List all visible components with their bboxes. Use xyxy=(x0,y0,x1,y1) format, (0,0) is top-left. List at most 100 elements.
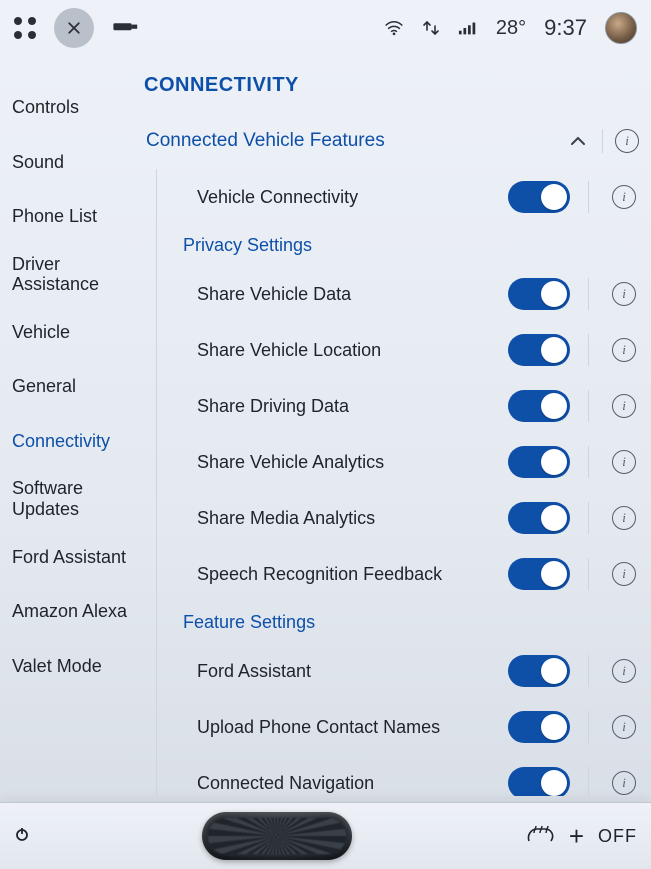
sidebar-item-software-updates[interactable]: Software Updates xyxy=(0,468,138,529)
info-icon[interactable]: i xyxy=(612,185,636,209)
cell-data-icon xyxy=(422,19,440,37)
close-icon xyxy=(66,20,82,36)
info-icon[interactable]: i xyxy=(612,771,636,795)
sidebar-item-label: Valet Mode xyxy=(12,656,102,676)
power-icon[interactable] xyxy=(14,826,30,847)
sidebar-item-label: Vehicle xyxy=(12,322,70,342)
row-share-media-analytics: Share Media Analytics i xyxy=(157,490,641,546)
status-left xyxy=(14,8,140,48)
row-label: Ford Assistant xyxy=(197,661,496,682)
info-icon: i xyxy=(615,129,639,153)
plus-icon[interactable]: + xyxy=(569,823,584,849)
sidebar-item-driver-assistance[interactable]: Driver Assistance xyxy=(0,244,138,305)
section-body: Vehicle Connectivity i Privacy Settings … xyxy=(156,169,641,796)
section-title: Connected Vehicle Features xyxy=(146,130,554,152)
toggle-share-media-analytics[interactable] xyxy=(508,502,570,534)
sidebar-item-general[interactable]: General xyxy=(0,359,138,414)
sidebar-item-phone-list[interactable]: Phone List xyxy=(0,189,138,244)
sidebar-item-label: Amazon Alexa xyxy=(12,601,127,621)
row-label: Speech Recognition Feedback xyxy=(197,564,496,585)
divider xyxy=(588,334,589,366)
sidebar-item-label: General xyxy=(12,376,76,396)
row-share-vehicle-data: Share Vehicle Data i xyxy=(157,266,641,322)
sidebar-item-ford-assistant[interactable]: Ford Assistant xyxy=(0,530,138,585)
info-icon[interactable]: i xyxy=(612,562,636,586)
sidebar-item-controls[interactable]: Controls xyxy=(0,80,138,135)
row-label: Share Driving Data xyxy=(197,396,496,417)
row-label: Upload Phone Contact Names xyxy=(197,717,496,738)
row-label: Share Vehicle Location xyxy=(197,340,496,361)
page-title: CONNECTIVITY xyxy=(144,74,641,97)
sidebar-item-amazon-alexa[interactable]: Amazon Alexa xyxy=(0,584,138,639)
climate-right: + OFF xyxy=(525,823,637,850)
status-right: 28° 9:37 xyxy=(384,12,637,44)
section-info-button[interactable]: i xyxy=(613,127,641,155)
rotary-dial[interactable] xyxy=(202,812,352,860)
sidebar-item-label: Driver Assistance xyxy=(12,254,99,295)
info-icon[interactable]: i xyxy=(612,394,636,418)
sidebar-item-label: Controls xyxy=(12,97,79,117)
row-share-driving-data: Share Driving Data i xyxy=(157,378,641,434)
sidebar-item-connectivity[interactable]: Connectivity xyxy=(0,414,138,469)
row-upload-contact-names: Upload Phone Contact Names i xyxy=(157,699,641,755)
vehicle-icon xyxy=(112,17,140,40)
row-share-vehicle-location: Share Vehicle Location i xyxy=(157,322,641,378)
row-speech-recognition-feedback: Speech Recognition Feedback i xyxy=(157,546,641,602)
toggle-ford-assistant[interactable] xyxy=(508,655,570,687)
divider xyxy=(588,446,589,478)
group-title-feature: Feature Settings xyxy=(157,602,641,643)
sidebar-item-label: Sound xyxy=(12,152,64,172)
info-icon[interactable]: i xyxy=(612,715,636,739)
toggle-upload-contact-names[interactable] xyxy=(508,711,570,743)
chevron-up-icon xyxy=(564,127,592,155)
signal-icon xyxy=(458,19,478,37)
toggle-vehicle-connectivity[interactable] xyxy=(508,181,570,213)
divider xyxy=(588,711,589,743)
divider xyxy=(588,767,589,796)
climate-left xyxy=(14,826,30,847)
toggle-share-vehicle-data[interactable] xyxy=(508,278,570,310)
toggle-share-driving-data[interactable] xyxy=(508,390,570,422)
toggle-share-vehicle-location[interactable] xyxy=(508,334,570,366)
divider xyxy=(588,502,589,534)
content: CONNECTIVITY Connected Vehicle Features … xyxy=(138,56,651,796)
sidebar-item-label: Software Updates xyxy=(12,478,83,519)
sidebar-item-label: Phone List xyxy=(12,206,97,226)
section-header[interactable]: Connected Vehicle Features i xyxy=(140,117,641,169)
info-icon[interactable]: i xyxy=(612,506,636,530)
row-label: Share Vehicle Data xyxy=(197,284,496,305)
profile-avatar[interactable] xyxy=(605,12,637,44)
sidebar-item-label: Ford Assistant xyxy=(12,547,126,567)
row-share-vehicle-analytics: Share Vehicle Analytics i xyxy=(157,434,641,490)
info-icon[interactable]: i xyxy=(612,282,636,306)
row-vehicle-connectivity: Vehicle Connectivity i xyxy=(157,169,641,225)
toggle-share-vehicle-analytics[interactable] xyxy=(508,446,570,478)
divider xyxy=(588,558,589,590)
info-icon[interactable]: i xyxy=(612,338,636,362)
wifi-icon xyxy=(384,20,404,36)
divider xyxy=(588,278,589,310)
main: Controls Sound Phone List Driver Assista… xyxy=(0,56,651,796)
sidebar-item-sound[interactable]: Sound xyxy=(0,135,138,190)
sidebar: Controls Sound Phone List Driver Assista… xyxy=(0,56,138,796)
sidebar-item-valet-mode[interactable]: Valet Mode xyxy=(0,639,138,694)
temperature: 28° xyxy=(496,17,526,40)
apps-grid-icon[interactable] xyxy=(14,17,36,39)
divider xyxy=(588,390,589,422)
group-title-privacy: Privacy Settings xyxy=(157,225,641,266)
climate-bar: + OFF xyxy=(0,802,651,869)
toggle-speech-recognition-feedback[interactable] xyxy=(508,558,570,590)
row-label: Share Media Analytics xyxy=(197,508,496,529)
climate-off-label[interactable]: OFF xyxy=(598,826,637,847)
status-bar: 28° 9:37 xyxy=(0,0,651,56)
sidebar-item-label: Connectivity xyxy=(12,431,110,451)
toggle-connected-navigation[interactable] xyxy=(508,767,570,796)
row-label: Vehicle Connectivity xyxy=(197,187,496,208)
defrost-icon[interactable] xyxy=(525,823,555,850)
close-button[interactable] xyxy=(54,8,94,48)
info-icon[interactable]: i xyxy=(612,659,636,683)
sidebar-item-vehicle[interactable]: Vehicle xyxy=(0,305,138,360)
info-icon[interactable]: i xyxy=(612,450,636,474)
divider xyxy=(588,655,589,687)
row-label: Share Vehicle Analytics xyxy=(197,452,496,473)
